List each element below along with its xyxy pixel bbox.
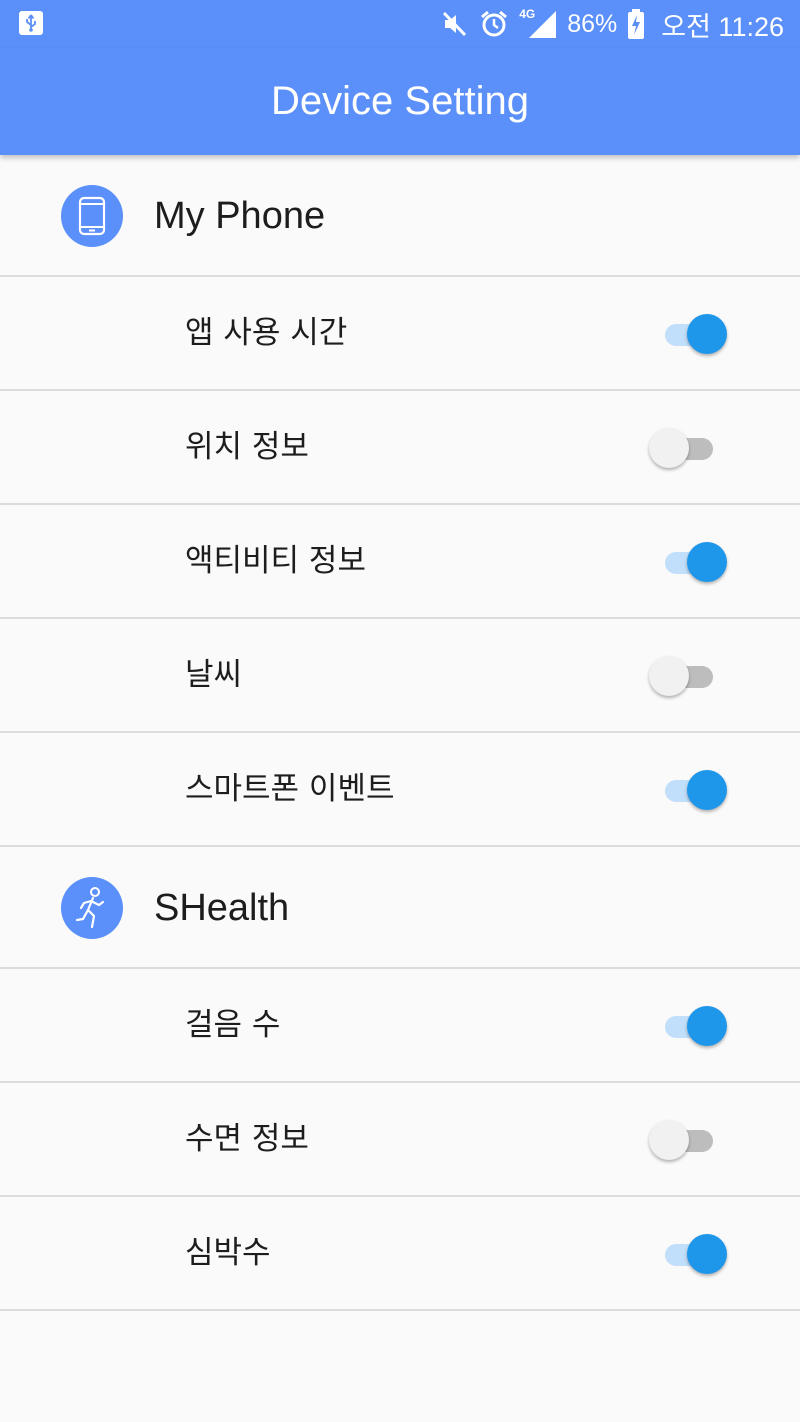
alarm-icon [481, 10, 508, 37]
charging-battery-icon [628, 9, 645, 39]
toggle-switch[interactable] [647, 313, 731, 355]
setting-row-weather: 날씨 [0, 619, 800, 733]
setting-label: 날씨 [185, 657, 243, 693]
setting-row-activity: 액티비티 정보 [0, 505, 800, 619]
setting-row-app-usage: 앱 사용 시간 [0, 277, 800, 391]
setting-label: 앱 사용 시간 [185, 315, 348, 351]
usb-icon [19, 11, 43, 35]
page-title: Device Setting [271, 79, 529, 123]
section-header-shealth: SHealth [0, 847, 800, 969]
setting-row-heart-rate: 심박수 [0, 1197, 800, 1311]
toggle-switch[interactable] [647, 769, 731, 811]
signal-icon: 4G [519, 7, 557, 39]
smartphone-icon [61, 185, 123, 247]
setting-label: 심박수 [185, 1235, 271, 1271]
setting-row-steps: 걸음 수 [0, 969, 800, 1083]
setting-row-location: 위치 정보 [0, 391, 800, 505]
section-header-my-phone: My Phone [0, 155, 800, 277]
clock: 오전 11:26 [661, 11, 784, 42]
running-person-icon [61, 877, 123, 939]
toggle-switch[interactable] [647, 1005, 731, 1047]
setting-row-sleep: 수면 정보 [0, 1083, 800, 1197]
setting-label: 위치 정보 [185, 429, 309, 465]
setting-row-phone-events: 스마트폰 이벤트 [0, 733, 800, 847]
mute-icon [443, 11, 467, 37]
section-title: My Phone [154, 195, 326, 237]
setting-label: 걸음 수 [185, 1007, 281, 1043]
settings-list: My Phone 앱 사용 시간 위치 정보 액티비티 정보 날씨 스마트폰 이… [0, 155, 800, 1311]
toggle-switch[interactable] [647, 541, 731, 583]
toggle-switch[interactable] [647, 427, 731, 469]
battery-percent: 86% [567, 9, 618, 38]
toggle-switch[interactable] [647, 1233, 731, 1275]
section-title: SHealth [154, 887, 290, 929]
status-bar: 4G 86% 오전 11:26 [0, 0, 800, 48]
setting-label: 액티비티 정보 [185, 543, 366, 579]
setting-label: 스마트폰 이벤트 [185, 771, 395, 807]
setting-label: 수면 정보 [185, 1121, 309, 1157]
app-bar: Device Setting [0, 48, 800, 155]
toggle-switch[interactable] [647, 655, 731, 697]
toggle-switch[interactable] [647, 1119, 731, 1161]
